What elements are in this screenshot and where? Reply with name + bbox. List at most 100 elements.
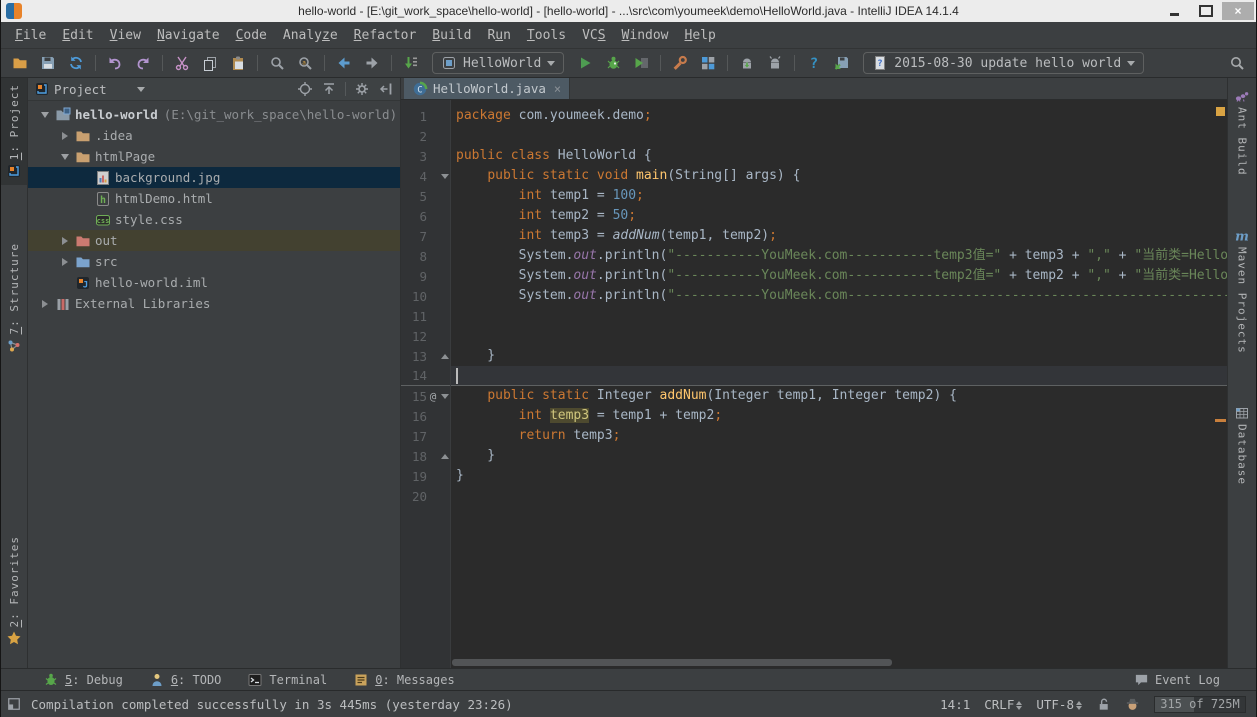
menu-refactor[interactable]: Refactor: [346, 25, 425, 46]
debug-button[interactable]: [600, 51, 626, 75]
open-button[interactable]: [7, 51, 33, 75]
undo-button[interactable]: [102, 51, 128, 75]
export-button[interactable]: [398, 51, 424, 75]
menu-vcs[interactable]: VCS: [574, 25, 613, 46]
caret-position[interactable]: 14:1: [940, 697, 970, 712]
project-view-dropdown-icon[interactable]: [137, 87, 145, 92]
tree-item-external-libraries[interactable]: External Libraries: [28, 293, 400, 314]
tree-item-htmldemo-html[interactable]: hhtmlDemo.html: [28, 188, 400, 209]
code-line-7[interactable]: int temp3 = addNum(temp1, temp2);: [451, 226, 1227, 246]
tree-item-out[interactable]: out: [28, 230, 400, 251]
tree-expand-icon[interactable]: [56, 237, 74, 245]
inspections-hector-icon[interactable]: [1125, 697, 1140, 712]
code-line-4[interactable]: public static void main(String[] args) {: [451, 166, 1227, 186]
back-button[interactable]: [331, 51, 357, 75]
search-everywhere-button[interactable]: [1224, 51, 1250, 75]
code-line-13[interactable]: }: [451, 346, 1227, 366]
code-line-1[interactable]: package com.youmeek.demo;: [451, 106, 1227, 126]
tree-expand-icon[interactable]: [36, 300, 54, 308]
copy-button[interactable]: [197, 51, 223, 75]
code-editor[interactable]: package com.youmeek.demo; public class He…: [451, 100, 1227, 668]
horizontal-scrollbar[interactable]: [452, 659, 892, 666]
toolwindow-button-database[interactable]: Database: [1228, 399, 1256, 491]
tree-collapse-icon[interactable]: [36, 112, 54, 118]
close-button[interactable]: ×: [1222, 2, 1254, 20]
toolwindow-button-7-structure[interactable]: 7: Structure: [1, 237, 27, 359]
replace-button[interactable]: a: [292, 51, 318, 75]
line-ending-selector[interactable]: CRLF: [984, 697, 1022, 712]
code-line-6[interactable]: int temp2 = 50;: [451, 206, 1227, 226]
stripe-highlight-marker[interactable]: [1215, 419, 1226, 422]
toolwindow-toggle-icon[interactable]: [7, 697, 21, 711]
menu-file[interactable]: File: [7, 25, 54, 46]
toolwindow-button-ant-build[interactable]: Ant Build: [1228, 82, 1256, 182]
menu-analyze[interactable]: Analyze: [275, 25, 346, 46]
locate-button[interactable]: [297, 81, 313, 97]
redo-button[interactable]: [130, 51, 156, 75]
toolwindow-button-0-messages[interactable]: 0: Messages: [353, 672, 454, 688]
menu-window[interactable]: Window: [614, 25, 677, 46]
code-line-2[interactable]: [451, 126, 1227, 146]
encoding-selector[interactable]: UTF-8: [1036, 697, 1082, 712]
toolwindow-button-terminal[interactable]: Terminal: [247, 672, 327, 688]
coverage-button[interactable]: [628, 51, 654, 75]
code-line-16[interactable]: int temp3 = temp1 + temp2;: [451, 406, 1227, 426]
vcs-update-combo[interactable]: ?2015-08-30 update hello world: [863, 52, 1144, 74]
tab-close-icon[interactable]: ×: [554, 82, 561, 96]
code-line-9[interactable]: System.out.println("-----------YouMeek.c…: [451, 266, 1227, 286]
tree-expand-icon[interactable]: [56, 132, 74, 140]
code-line-3[interactable]: public class HelloWorld {: [451, 146, 1227, 166]
code-line-8[interactable]: System.out.println("-----------YouMeek.c…: [451, 246, 1227, 266]
code-line-11[interactable]: [451, 306, 1227, 326]
code-line-15[interactable]: public static Integer addNum(Integer tem…: [451, 386, 1227, 406]
tree-item-src[interactable]: src: [28, 251, 400, 272]
toolwindow-button-6-todo[interactable]: 6: TODO: [149, 672, 222, 688]
help-button[interactable]: ?: [801, 51, 827, 75]
code-line-5[interactable]: int temp1 = 100;: [451, 186, 1227, 206]
code-line-17[interactable]: return temp3;: [451, 426, 1227, 446]
fold-marker[interactable]: [439, 454, 450, 459]
lock-icon[interactable]: [1096, 697, 1111, 712]
save-button[interactable]: [35, 51, 61, 75]
memory-indicator[interactable]: 315 of 725M: [1154, 696, 1246, 713]
tree-item-hello-world-iml[interactable]: Jhello-world.iml: [28, 272, 400, 293]
minimize-button[interactable]: [1158, 2, 1190, 20]
run-button[interactable]: [572, 51, 598, 75]
maximize-button[interactable]: [1190, 2, 1222, 20]
menu-build[interactable]: Build: [424, 25, 479, 46]
code-line-20[interactable]: [451, 486, 1227, 506]
fold-marker[interactable]: [439, 174, 450, 179]
toolwindow-button-maven-projects[interactable]: mMaven Projects: [1228, 222, 1256, 360]
code-line-19[interactable]: }: [451, 466, 1227, 486]
cut-button[interactable]: [169, 51, 195, 75]
tree-item-htmlpage[interactable]: htmlPage: [28, 146, 400, 167]
synchronize-button[interactable]: [63, 51, 89, 75]
code-line-12[interactable]: [451, 326, 1227, 346]
gear-button[interactable]: [354, 81, 370, 97]
menu-tools[interactable]: Tools: [519, 25, 574, 46]
tree-item-background-jpg[interactable]: background.jpg: [28, 167, 400, 188]
stripe-warning-marker[interactable]: [1216, 107, 1225, 116]
tree-collapse-icon[interactable]: [56, 154, 74, 160]
paste-button[interactable]: [225, 51, 251, 75]
menu-code[interactable]: Code: [228, 25, 275, 46]
fold-marker[interactable]: [439, 354, 450, 359]
code-line-10[interactable]: System.out.println("-----------YouMeek.c…: [451, 286, 1227, 306]
tree-item--idea[interactable]: .idea: [28, 125, 400, 146]
toolwindow-button-5-debug[interactable]: 5: Debug: [43, 672, 123, 688]
code-line-18[interactable]: }: [451, 446, 1227, 466]
tree-item-hello-world[interactable]: hello-world(E:\git_work_space\hello-worl…: [28, 104, 400, 125]
run-configuration-combo[interactable]: HelloWorld: [432, 52, 564, 74]
tree-expand-icon[interactable]: [56, 258, 74, 266]
toolwindow-button-1-project[interactable]: 1: Project: [1, 78, 27, 185]
menu-view[interactable]: View: [102, 25, 149, 46]
sdk-manager-button[interactable]: [734, 51, 760, 75]
project-structure-button[interactable]: [695, 51, 721, 75]
avd-manager-button[interactable]: [762, 51, 788, 75]
collapse-all-button[interactable]: [321, 81, 337, 97]
commit-button[interactable]: [829, 51, 855, 75]
menu-help[interactable]: Help: [677, 25, 724, 46]
menu-navigate[interactable]: Navigate: [149, 25, 228, 46]
tree-item-style-css[interactable]: cssstyle.css: [28, 209, 400, 230]
find-button[interactable]: [264, 51, 290, 75]
